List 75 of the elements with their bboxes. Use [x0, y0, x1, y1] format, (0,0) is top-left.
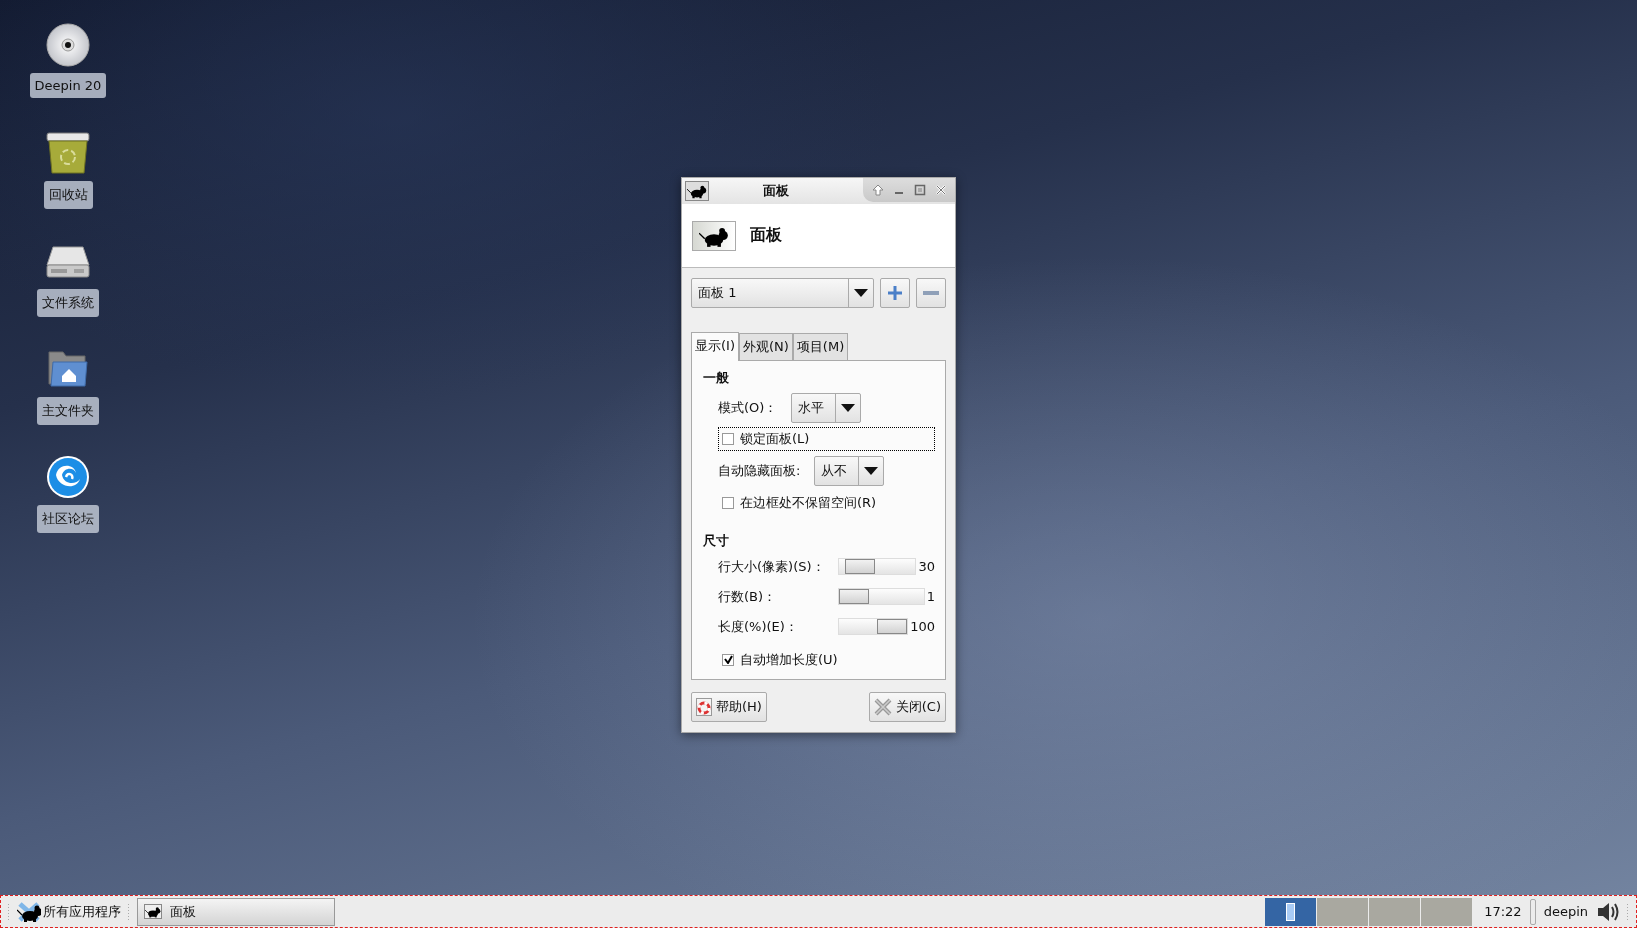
home-folder-icon: [47, 350, 89, 388]
speaker-icon[interactable]: [1596, 900, 1620, 923]
minus-icon: [923, 291, 939, 295]
checkbox-row[interactable]: 自动增加长度(U): [718, 648, 842, 672]
dropdown[interactable]: 从不: [814, 455, 885, 486]
slider-value: 100: [910, 619, 935, 635]
window-thumbnail-icon: [1286, 902, 1296, 921]
dropdown-value: 从不: [820, 461, 849, 480]
maximize-icon[interactable]: [913, 184, 926, 196]
remove-button[interactable]: [916, 278, 946, 308]
desktop-icon-label[interactable]: 回收站: [43, 181, 93, 209]
dropdown-value: 面板 1: [697, 284, 738, 302]
checkbox-row[interactable]: 锁定面板(L): [718, 427, 935, 452]
tab[interactable]: 外观(N): [739, 333, 793, 360]
field-label: 行数(B)：: [718, 588, 778, 606]
tab[interactable]: 项目(M): [792, 333, 849, 360]
slider-thumb[interactable]: [844, 559, 875, 575]
panel-dropdown[interactable]: 面板 1: [691, 278, 874, 308]
desktop-icon-label[interactable]: Deepin 20: [29, 73, 107, 98]
hard-drive-icon: [45, 243, 91, 279]
checkmark-icon: [723, 655, 733, 665]
dropdown-arrow-icon: [864, 466, 879, 475]
slider-value: 30: [918, 559, 935, 575]
checkbox[interactable]: [722, 496, 734, 509]
field-label: 长度(%)(E)：: [718, 618, 799, 636]
checkbox[interactable]: [722, 433, 734, 446]
dropdown[interactable]: 水平: [791, 392, 862, 423]
workspace[interactable]: [1265, 897, 1317, 926]
plus-icon: [887, 285, 903, 301]
checkbox-label[interactable]: 锁定面板(L): [740, 430, 810, 449]
dropdown-arrow-icon: [854, 289, 868, 297]
mouse-icon: [145, 905, 161, 918]
close-icon[interactable]: [934, 184, 947, 196]
section-heading: 一般: [703, 369, 730, 387]
panel-handle[interactable]: [127, 902, 131, 921]
close-button[interactable]: 关闭(C): [868, 692, 946, 722]
panel-handle[interactable]: [1626, 902, 1630, 921]
dialog-heading: 面板: [750, 225, 782, 246]
help-button[interactable]: 帮助(H): [691, 692, 767, 722]
slider-thumb[interactable]: [877, 619, 908, 635]
slider-track[interactable]: [838, 558, 917, 576]
user-name[interactable]: deepin: [1543, 904, 1588, 919]
trash-bin-icon: [45, 131, 91, 175]
slider-track[interactable]: [838, 588, 925, 606]
separator-handle: [1529, 898, 1536, 925]
window-task-button[interactable]: 面板: [137, 897, 335, 926]
checkbox[interactable]: [722, 654, 734, 666]
swirl-logo-icon: [46, 455, 90, 499]
desktop-icon-label[interactable]: 社区论坛: [37, 505, 99, 533]
field-label: 自动隐藏面板:: [718, 461, 801, 480]
clock: 17:22: [1484, 904, 1522, 919]
x-mark-icon: [873, 698, 892, 716]
dropdown-value: 水平: [797, 398, 826, 417]
checkbox-label[interactable]: 在边框处不保留空间(R): [740, 493, 877, 512]
mouse-logo-icon: [17, 900, 41, 923]
mouse-icon: [687, 183, 707, 199]
lifebuoy-icon: [696, 698, 712, 716]
desktop-icon-label[interactable]: 主文件夹: [37, 397, 99, 425]
disc-icon: [46, 23, 90, 67]
slider-value: 1: [926, 589, 935, 605]
field-label: 行大小(像素)(S)：: [718, 558, 826, 576]
panel-handle[interactable]: [7, 902, 11, 921]
tab[interactable]: 显示(I): [691, 332, 739, 361]
section-heading: 尺寸: [703, 532, 730, 550]
desktop-icon-label[interactable]: 文件系统: [37, 289, 99, 317]
field-label: 模式(O)：: [718, 398, 778, 417]
up-arrow-icon[interactable]: [871, 184, 884, 196]
applications-menu-button[interactable]: 所有应用程序: [17, 900, 121, 923]
slider-track[interactable]: [838, 618, 909, 636]
dropdown-arrow-icon: [841, 403, 856, 412]
checkbox-label[interactable]: 自动增加长度(U): [740, 651, 838, 669]
slider-thumb[interactable]: [839, 589, 869, 605]
window-title: 面板: [763, 182, 789, 200]
add-button[interactable]: [880, 278, 910, 308]
checkbox-row[interactable]: 在边框处不保留空间(R): [718, 490, 881, 515]
